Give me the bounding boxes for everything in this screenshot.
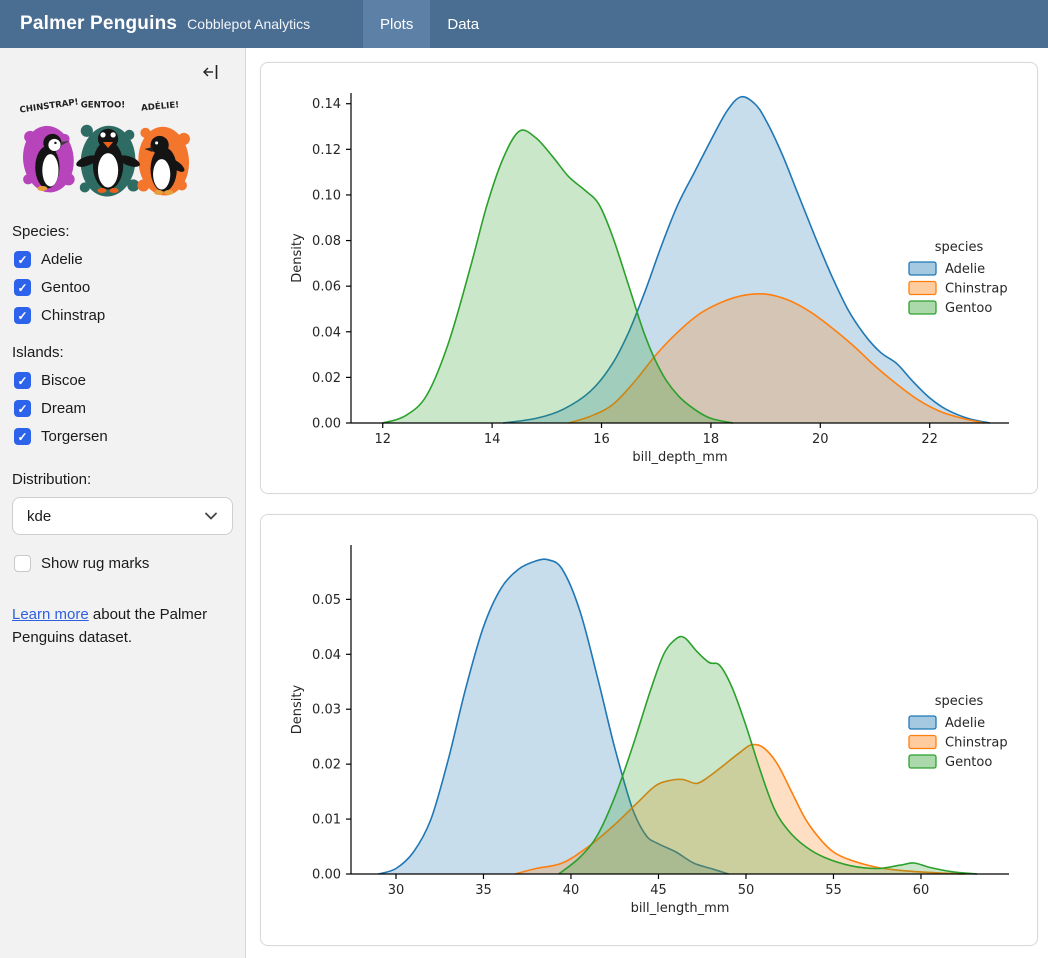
svg-text:30: 30 [388,883,405,898]
checkbox-unchecked-icon [14,555,31,572]
artwork-label-adelie: ADÉLIE! [141,98,180,113]
y-axis-label: Density [290,684,305,734]
svg-text:0.04: 0.04 [312,648,341,663]
x-axis-label: bill_depth_mm [632,450,727,465]
legend-title: species [935,240,984,255]
checkbox-island-biscoe[interactable]: ✓ Biscoe [14,372,231,389]
distribution-select[interactable]: kde [12,497,233,535]
svg-text:0.06: 0.06 [312,280,341,295]
tab-data[interactable]: Data [430,0,496,48]
bill-length-plot-card: 30 35 40 45 50 55 60 0.00 0.01 0.02 0.03 0.04 0.05 bi… [260,514,1038,946]
checkbox-island-dream[interactable]: ✓ Dream [14,400,231,417]
checkbox-checked-icon: ✓ [14,400,31,417]
main-content: 12 14 16 18 20 22 0.00 0.02 0.04 0.06 0.08 0.10 0.12… [246,48,1048,958]
svg-text:0.12: 0.12 [312,143,341,158]
learn-more-text: Learn more about the Palmer Penguins dat… [12,604,218,649]
svg-text:Gentoo: Gentoo [945,755,992,770]
svg-text:55: 55 [825,883,842,898]
legend: species Adelie Chinstrap Gentoo [909,694,1008,770]
legend-item-gentoo: Gentoo [909,301,992,316]
penguins-artwork-image: CHINSTRAP! GENTOO! ADÉLIE! [14,96,192,198]
svg-text:12: 12 [374,432,391,447]
svg-text:22: 22 [921,432,938,447]
tab-plots[interactable]: Plots [363,0,430,48]
svg-text:0.00: 0.00 [312,417,341,432]
svg-text:Chinstrap: Chinstrap [945,736,1008,751]
checkbox-species-adelie[interactable]: ✓ Adelie [14,251,231,268]
svg-text:Adelie: Adelie [945,716,985,731]
checkbox-checked-icon: ✓ [14,307,31,324]
checkbox-checked-icon: ✓ [14,279,31,296]
svg-text:60: 60 [913,883,930,898]
legend: species Adelie Chinstrap Gentoo [909,240,1008,316]
svg-text:0.02: 0.02 [312,371,341,386]
svg-text:50: 50 [738,883,755,898]
bill-length-density-plot: 30 35 40 45 50 55 60 0.00 0.01 0.02 0.03 0.04 0.05 bi… [261,515,1037,945]
checkbox-checked-icon: ✓ [14,372,31,389]
distribution-label: Distribution: [12,471,233,488]
svg-text:35: 35 [475,883,492,898]
distribution-selected-value: kde [27,508,51,525]
svg-text:Gentoo: Gentoo [945,301,992,316]
x-axis-label: bill_length_mm [631,901,730,916]
svg-text:45: 45 [650,883,667,898]
svg-text:0.01: 0.01 [312,813,341,828]
svg-text:Adelie: Adelie [945,262,985,277]
svg-text:40: 40 [563,883,580,898]
checkbox-show-rug-marks[interactable]: Show rug marks [14,555,231,572]
legend-title: species [935,694,984,709]
svg-text:0.10: 0.10 [312,188,341,203]
artwork-label-chinstrap: CHINSTRAP! [19,97,79,115]
app-title: Palmer Penguins [20,13,177,35]
species-section-label: Species: [12,223,233,240]
legend-item-chinstrap: Chinstrap [909,736,1008,751]
svg-text:16: 16 [593,432,610,447]
sidebar: CHINSTRAP! GENTOO! ADÉLIE! Species: ✓ Ad… [0,48,246,958]
bill-depth-density-plot: 12 14 16 18 20 22 0.00 0.02 0.04 0.06 0.08 0.10 0.12… [261,63,1037,493]
svg-text:20: 20 [812,432,829,447]
checkbox-checked-icon: ✓ [14,428,31,445]
bill-depth-plot-card: 12 14 16 18 20 22 0.00 0.02 0.04 0.06 0.08 0.10 0.12… [260,62,1038,494]
svg-text:0.00: 0.00 [312,868,341,883]
collapse-sidebar-icon[interactable] [202,62,219,82]
checkbox-species-chinstrap[interactable]: ✓ Chinstrap [14,307,231,324]
checkbox-species-gentoo[interactable]: ✓ Gentoo [14,279,231,296]
svg-text:0.04: 0.04 [312,325,341,340]
legend-item-adelie: Adelie [909,716,985,731]
checkbox-checked-icon: ✓ [14,251,31,268]
svg-text:Chinstrap: Chinstrap [945,282,1008,297]
svg-text:0.03: 0.03 [312,703,341,718]
learn-more-link[interactable]: Learn more [12,606,89,623]
artwork-label-gentoo: GENTOO! [81,101,125,111]
svg-text:0.05: 0.05 [312,593,341,608]
svg-text:0.02: 0.02 [312,758,341,773]
navbar: Palmer Penguins Cobblepot Analytics Plot… [0,0,1048,48]
checkbox-island-torgersen[interactable]: ✓ Torgersen [14,428,231,445]
legend-item-chinstrap: Chinstrap [909,282,1008,297]
y-axis-label: Density [290,233,305,283]
svg-text:18: 18 [703,432,720,447]
app-brand: Palmer Penguins Cobblepot Analytics [0,13,310,35]
legend-item-adelie: Adelie [909,262,985,277]
chevron-down-icon [204,511,218,521]
legend-item-gentoo: Gentoo [909,755,992,770]
app-subtitle: Cobblepot Analytics [187,16,310,32]
islands-section-label: Islands: [12,344,233,361]
svg-text:14: 14 [484,432,501,447]
nav-tabs: Plots Data [363,0,496,48]
svg-text:0.08: 0.08 [312,234,341,249]
svg-text:0.14: 0.14 [312,97,341,112]
